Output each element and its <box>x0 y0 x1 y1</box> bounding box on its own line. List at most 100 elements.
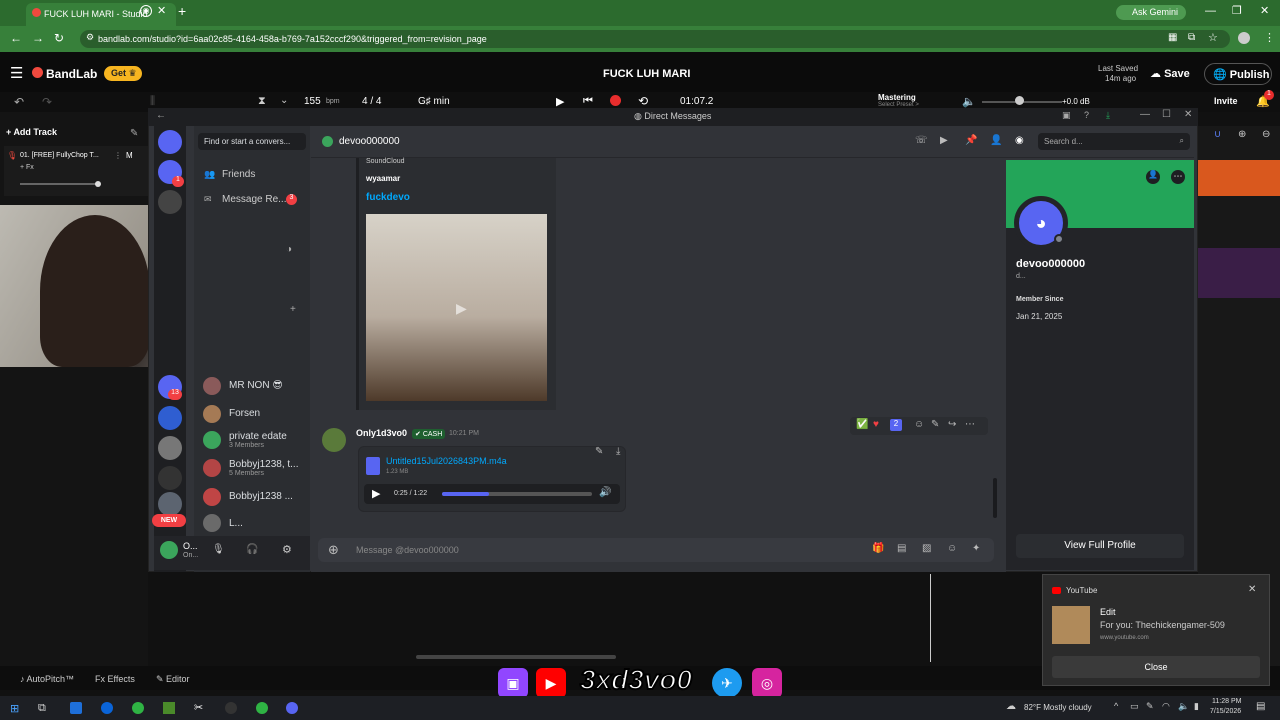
pen-icon[interactable]: ✎ <box>1146 701 1154 712</box>
play-overlay-icon[interactable]: ▶ <box>456 300 467 317</box>
edit-icon[interactable]: ✎ <box>931 419 939 430</box>
embed-author[interactable]: wyaamar <box>366 174 400 183</box>
save-button[interactable]: ☁ Save <box>1146 64 1196 84</box>
audio-region[interactable] <box>1198 160 1280 196</box>
discord-maximize-icon[interactable]: ☐ <box>1162 109 1171 120</box>
capcut-icon[interactable]: ✂ <box>194 701 203 714</box>
time-signature[interactable]: 4 / 4 <box>362 96 381 107</box>
download-attachment-icon[interactable]: ⤓ <box>616 446 620 457</box>
message-author-avatar[interactable] <box>322 428 346 452</box>
discord-close-icon[interactable]: ✕ <box>1184 109 1192 120</box>
file-explorer-icon[interactable] <box>70 702 82 714</box>
check-reaction-icon[interactable]: ✅ <box>856 419 868 430</box>
minimize-window-icon[interactable]: — <box>1205 5 1216 17</box>
redo-icon[interactable]: ↷ <box>42 95 52 109</box>
record-button[interactable] <box>610 95 621 106</box>
attach-plus-icon[interactable]: ⊕ <box>328 542 339 558</box>
self-name[interactable]: O... <box>183 541 198 551</box>
add-fx-button[interactable]: + Fx <box>20 164 34 171</box>
new-tab-icon[interactable]: + <box>178 3 186 19</box>
message-input[interactable]: Message @devoo000000 <box>356 545 459 555</box>
heart-reaction-icon[interactable]: ♥ <box>873 419 879 430</box>
dm-item[interactable]: Bobbyj1238, t... 5 Members <box>229 459 299 477</box>
inbox-icon[interactable]: ▣ <box>1062 110 1071 121</box>
chrome-icon[interactable] <box>132 702 144 714</box>
emoji-icon[interactable]: ☺ <box>947 543 957 554</box>
master-volume-knob[interactable] <box>1015 96 1024 105</box>
playhead[interactable] <box>930 574 931 662</box>
browser-menu-icon[interactable]: ⋮ <box>1264 31 1275 44</box>
server-icon[interactable] <box>158 406 182 430</box>
help-icon[interactable]: ? <box>1084 110 1089 120</box>
effects-button[interactable]: Fx Effects <box>95 674 135 684</box>
attachment-filename[interactable]: Untitled15Jul2026843PM.m4a <box>386 456 507 466</box>
gif-icon[interactable]: ▤ <box>897 543 906 554</box>
site-info-icon[interactable]: ⚙ <box>86 32 94 43</box>
chrome-icon[interactable] <box>256 702 268 714</box>
server-icon[interactable] <box>158 466 182 490</box>
bpm-value[interactable]: 155 <box>304 96 321 107</box>
hamburger-menu-icon[interactable]: ☰ <box>10 64 23 82</box>
discord-home-icon[interactable] <box>158 130 182 154</box>
mixer-icon[interactable]: ⫼ <box>150 95 155 108</box>
audio-play-icon[interactable]: ▶ <box>372 487 380 500</box>
add-reaction-icon[interactable]: ☺ <box>914 419 924 430</box>
audio-progress-track[interactable] <box>442 492 592 496</box>
clock-time[interactable]: 11:28 PM <box>1212 698 1241 705</box>
apps-icon[interactable]: ✦ <box>972 543 980 554</box>
publish-button[interactable]: 🌐 Publish <box>1204 63 1272 85</box>
project-title[interactable]: FUCK LUH MARI <box>603 68 690 80</box>
minecraft-icon[interactable] <box>163 702 175 714</box>
close-tab-icon[interactable]: ✕ <box>157 4 166 17</box>
forward-message-icon[interactable]: ↪ <box>948 419 956 430</box>
browser-tab[interactable]: FUCK LUH MARI - Studio <box>26 3 176 26</box>
forward-icon[interactable]: → <box>32 31 44 45</box>
reload-icon[interactable]: ↻ <box>54 31 64 45</box>
server-icon[interactable] <box>158 492 182 516</box>
tray-chevron-icon[interactable]: ^ <box>1114 701 1118 711</box>
dm-item[interactable]: L... <box>229 518 243 529</box>
editor-button[interactable]: ✎ Editor <box>156 674 190 685</box>
zoom-out-icon[interactable]: ⊖ <box>1262 129 1270 140</box>
dm-item[interactable]: MR NON 😎 <box>229 380 283 391</box>
back-icon[interactable]: ← <box>10 31 22 45</box>
address-bar[interactable]: bandlab.com/studio?id=6aa02c85-4164-458a… <box>80 30 1230 48</box>
server-icon[interactable] <box>158 190 182 214</box>
video-call-icon[interactable]: ▶ <box>940 135 948 146</box>
message-requests-link[interactable]: Message Re... <box>222 194 286 205</box>
chevron-down-icon[interactable]: ⌄ <box>280 95 288 106</box>
skip-back-icon[interactable]: ⏮ <box>583 95 593 108</box>
reaction-count[interactable]: 2 <box>890 419 902 431</box>
more-options-icon[interactable]: ⋯ <box>965 419 975 430</box>
edit-attachment-icon[interactable]: ✎ <box>595 446 603 457</box>
discord-taskbar-icon[interactable] <box>286 702 298 714</box>
edit-track-icon[interactable]: ✎ <box>130 128 138 139</box>
clock-date[interactable]: 7/15/2026 <box>1210 708 1241 715</box>
track-name[interactable]: 01. [FREE] FullyChop T... <box>20 152 99 159</box>
server-icon[interactable] <box>158 436 182 460</box>
dm-item[interactable]: Bobbyj1238 ... <box>229 491 293 502</box>
bookmark-star-icon[interactable]: ☆ <box>1208 31 1218 44</box>
headphones-icon[interactable]: 🎧 <box>246 544 258 555</box>
timeline-scrollbar[interactable] <box>416 655 616 659</box>
add-track-button[interactable]: + Add Track <box>6 127 76 141</box>
metronome-icon[interactable]: ⧗ <box>258 95 266 108</box>
invite-button[interactable]: Invite <box>1214 96 1238 106</box>
cast-icon[interactable]: ⧉ <box>1188 32 1195 43</box>
view-full-profile-button[interactable]: View Full Profile <box>1016 534 1184 558</box>
get-membership-button[interactable]: Get ♛ <box>104 66 142 81</box>
settings-gear-icon[interactable]: ⚙ <box>282 543 292 556</box>
undo-icon[interactable]: ↶ <box>14 95 24 109</box>
notification-close-button[interactable]: Close <box>1052 656 1260 678</box>
chat-header-username[interactable]: devoo000000 <box>339 136 400 147</box>
track-menu-icon[interactable]: ⋮ <box>114 151 122 160</box>
start-icon[interactable]: ⊞ <box>10 702 19 715</box>
discord-back-icon[interactable]: ← <box>156 110 166 121</box>
notification-center-icon[interactable]: ▤ <box>1256 701 1265 712</box>
mute-button[interactable]: M <box>126 151 133 160</box>
voice-call-icon[interactable]: ☏ <box>915 135 928 146</box>
user-profile-icon[interactable]: ◉ <box>1015 135 1024 146</box>
key-selector[interactable]: G♯ min <box>418 96 450 107</box>
magnet-icon[interactable]: ∪ <box>1214 129 1221 140</box>
track-volume-slider[interactable] <box>20 183 98 185</box>
